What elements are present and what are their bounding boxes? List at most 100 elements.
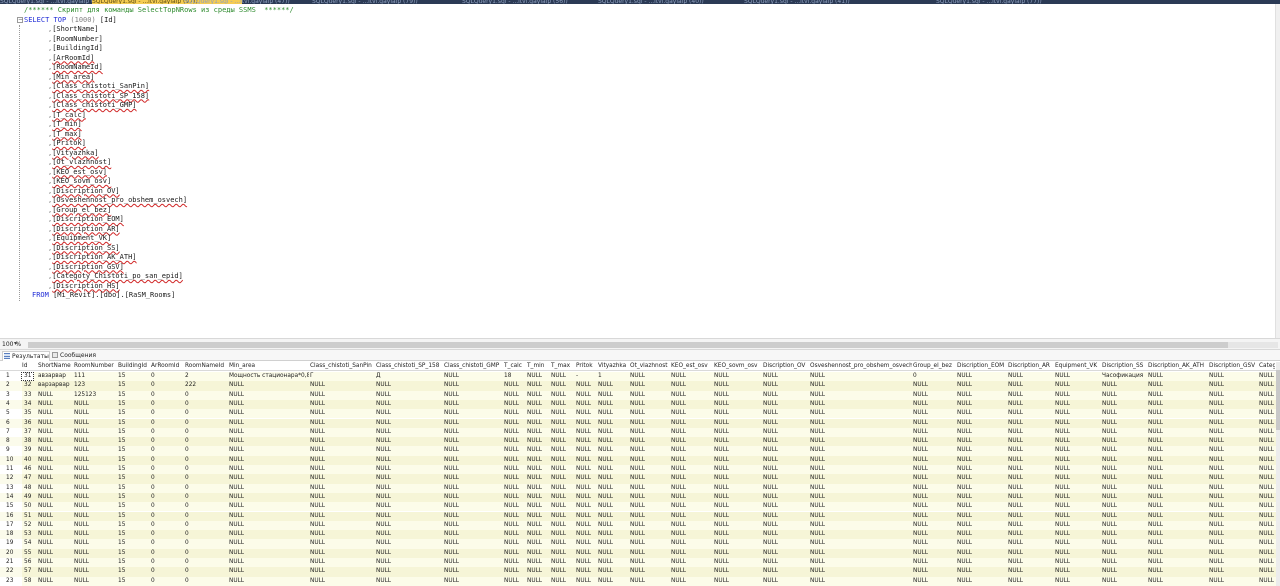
table-cell[interactable]: NULL <box>598 577 629 586</box>
table-cell[interactable]: NULL <box>957 474 1007 483</box>
table-row[interactable]: 5 35 NULL NULL 15 0 0 NULL NULL NULL NULL NULL NULL N… <box>0 409 1276 419</box>
table-cell[interactable]: 0 <box>185 577 228 586</box>
table-cell[interactable]: NULL <box>504 456 526 465</box>
table-cell[interactable]: 0 <box>185 465 228 474</box>
table-cell[interactable]: NULL <box>1209 530 1258 539</box>
table-cell[interactable]: NULL <box>1148 502 1208 511</box>
table-row[interactable]: 19 54 NULL NULL 15 0 0 NULL NULL NULL NULL NULL NULL… <box>0 539 1276 549</box>
table-cell[interactable]: NULL <box>229 419 309 428</box>
table-cell[interactable]: NULL <box>1259 549 1275 558</box>
table-cell[interactable]: NULL <box>810 446 912 455</box>
table-cell[interactable]: NULL <box>1148 456 1208 465</box>
table-cell[interactable]: NULL <box>763 409 809 418</box>
table-cell[interactable]: NULL <box>376 409 443 418</box>
table-cell[interactable]: NULL <box>1008 474 1054 483</box>
table-cell[interactable]: NULL <box>630 391 670 400</box>
table-cell[interactable]: 0 <box>151 549 184 558</box>
table-cell[interactable]: 55 <box>24 549 39 558</box>
table-cell[interactable]: NULL <box>376 530 443 539</box>
table-cell[interactable]: NULL <box>74 400 117 409</box>
table-cell[interactable]: NULL <box>504 493 526 502</box>
table-cell[interactable]: NULL <box>38 465 73 474</box>
table-cell[interactable]: NULL <box>1055 437 1101 446</box>
table-cell[interactable]: NULL <box>913 391 956 400</box>
table-cell[interactable]: NULL <box>1259 484 1275 493</box>
table-cell[interactable]: 0 <box>185 567 228 576</box>
table-cell[interactable]: NULL <box>38 428 73 437</box>
table-cell[interactable]: NULL <box>376 474 443 483</box>
table-cell[interactable]: NULL <box>1209 372 1258 381</box>
table-cell[interactable]: NULL <box>1148 521 1208 530</box>
column-header[interactable]: Categoty <box>1259 362 1275 371</box>
table-cell[interactable]: NULL <box>1055 567 1101 576</box>
table-cell[interactable]: NULL <box>763 539 809 548</box>
table-cell[interactable]: 0 <box>151 512 184 521</box>
column-header[interactable]: Pritok <box>576 362 597 371</box>
table-cell[interactable]: NULL <box>444 400 503 409</box>
table-cell[interactable]: NULL <box>671 456 713 465</box>
table-cell[interactable]: NULL <box>310 446 375 455</box>
table-cell[interactable]: NULL <box>598 381 629 390</box>
table-cell[interactable]: NULL <box>913 549 956 558</box>
table-cell[interactable]: 0 <box>151 465 184 474</box>
table-cell[interactable]: NULL <box>1148 465 1208 474</box>
table-cell[interactable]: 0 <box>185 409 228 418</box>
table-row[interactable]: 22 57 NULL NULL 15 0 0 NULL NULL NULL NULL NULL NULL… <box>0 567 1276 577</box>
table-cell[interactable]: NULL <box>551 558 575 567</box>
table-cell[interactable]: NULL <box>1055 493 1101 502</box>
table-cell[interactable]: NULL <box>671 381 713 390</box>
table-cell[interactable]: NULL <box>763 530 809 539</box>
table-cell[interactable]: NULL <box>444 391 503 400</box>
table-cell[interactable]: NULL <box>1102 400 1147 409</box>
table-cell[interactable]: NULL <box>74 577 117 586</box>
table-cell[interactable]: NULL <box>504 400 526 409</box>
table-cell[interactable]: 51 <box>24 512 39 521</box>
table-cell[interactable]: NULL <box>1259 437 1275 446</box>
table-cell[interactable]: NULL <box>957 567 1007 576</box>
table-cell[interactable]: NULL <box>1102 465 1147 474</box>
table-cell[interactable]: NULL <box>527 465 550 474</box>
table-cell[interactable]: NULL <box>1055 428 1101 437</box>
table-cell[interactable]: NULL <box>810 474 912 483</box>
table-cell[interactable]: NULL <box>913 474 956 483</box>
column-header[interactable]: KEO_est_osv <box>671 362 713 371</box>
table-cell[interactable]: NULL <box>763 577 809 586</box>
table-cell[interactable]: NULL <box>504 465 526 474</box>
table-cell[interactable]: NULL <box>630 381 670 390</box>
table-cell[interactable]: NULL <box>229 381 309 390</box>
table-cell[interactable]: 53 <box>24 530 39 539</box>
table-cell[interactable]: NULL <box>527 567 550 576</box>
table-cell[interactable]: NULL <box>444 372 503 381</box>
table-cell[interactable]: NULL <box>551 502 575 511</box>
table-cell[interactable]: NULL <box>714 567 762 576</box>
table-cell[interactable]: NULL <box>444 474 503 483</box>
table-cell[interactable]: NULL <box>598 502 629 511</box>
table-cell[interactable]: NULL <box>551 391 575 400</box>
table-cell[interactable]: 111 <box>74 372 117 381</box>
table-cell[interactable]: NULL <box>310 400 375 409</box>
table-cell[interactable]: NULL <box>310 521 375 530</box>
table-cell[interactable]: NULL <box>527 428 550 437</box>
table-cell[interactable]: NULL <box>527 391 550 400</box>
table-cell[interactable]: NULL <box>1209 549 1258 558</box>
table-cell[interactable]: NULL <box>504 521 526 530</box>
table-cell[interactable]: NULL <box>527 437 550 446</box>
table-cell[interactable]: NULL <box>444 539 503 548</box>
table-cell[interactable]: NULL <box>310 474 375 483</box>
table-cell[interactable]: NULL <box>38 530 73 539</box>
table-cell[interactable]: NULL <box>714 419 762 428</box>
table-cell[interactable]: NULL <box>957 391 1007 400</box>
table-cell[interactable]: NULL <box>1102 428 1147 437</box>
table-cell[interactable]: NULL <box>229 530 309 539</box>
table-cell[interactable]: NULL <box>504 391 526 400</box>
column-header[interactable]: RoomNameId <box>185 362 228 371</box>
table-cell[interactable]: NULL <box>714 391 762 400</box>
table-cell[interactable]: NULL <box>671 437 713 446</box>
table-row[interactable]: 16 51 NULL NULL 15 0 0 NULL NULL NULL NULL NULL NULL… <box>0 511 1276 521</box>
tab-messages[interactable]: Сообщения <box>51 351 101 361</box>
column-header[interactable]: ShortName <box>38 362 73 371</box>
column-header[interactable] <box>6 362 21 371</box>
column-header[interactable]: ArRoomId <box>151 362 184 371</box>
table-cell[interactable]: NULL <box>598 549 629 558</box>
table-cell[interactable]: NULL <box>598 428 629 437</box>
